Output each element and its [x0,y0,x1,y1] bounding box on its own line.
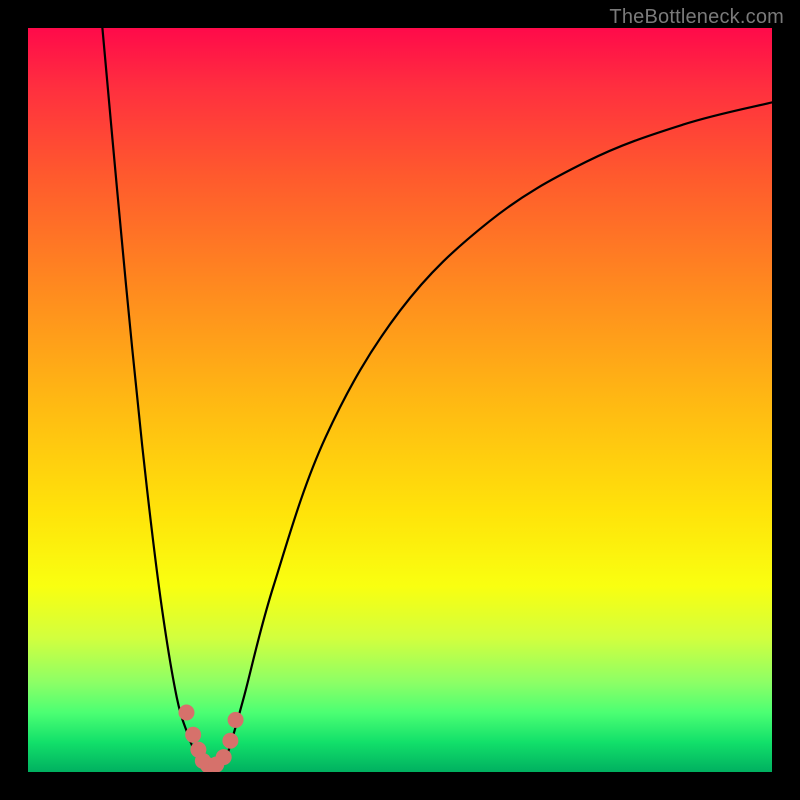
bead-point [178,704,194,720]
plot-area [28,28,772,772]
right-branch-curve [221,102,772,766]
left-branch-curve [102,28,202,767]
chart-frame: TheBottleneck.com [0,0,800,800]
bead-point [228,712,244,728]
curve-layer [28,28,772,772]
bead-point [185,727,201,743]
bead-cluster [178,704,243,772]
bead-point [222,733,238,749]
bead-point [216,749,232,765]
watermark-text: TheBottleneck.com [609,6,784,29]
